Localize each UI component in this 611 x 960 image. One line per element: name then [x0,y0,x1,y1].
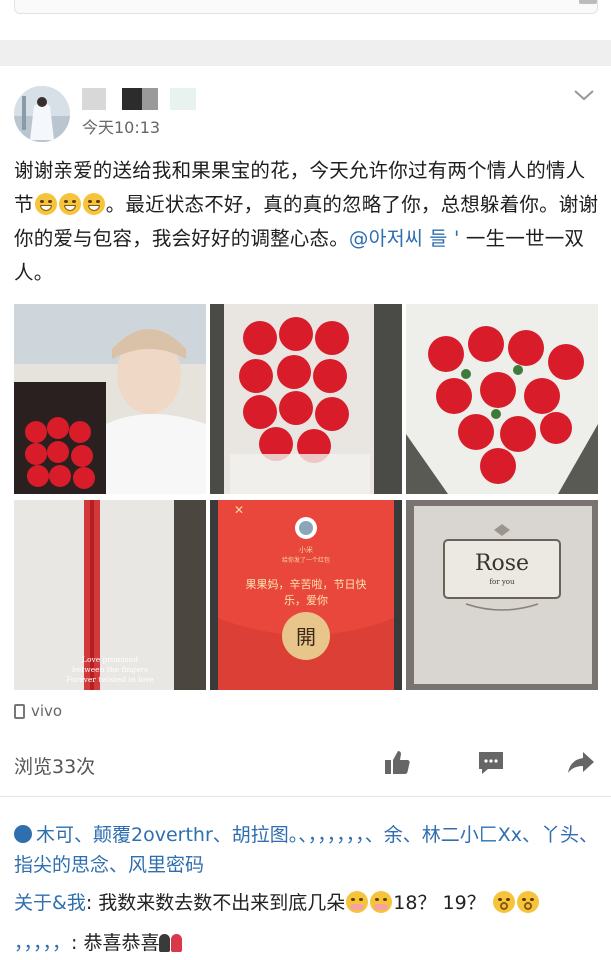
phone-icon [14,703,25,719]
svg-text:给你发了一个红包: 给你发了一个红包 [282,556,330,564]
mention-link[interactable]: @아저씨 들 ' [349,227,460,250]
likes-names[interactable]: 木可、颠覆2overthr、胡拉图。、，，，，，，、余、林二小匚Xx、丫头、指尖… [14,824,598,876]
thumbs-up-icon [14,825,32,843]
svg-text:for you: for you [489,578,515,586]
photo-rose-bouquet[interactable] [406,304,598,494]
previous-comment-input[interactable] [14,0,598,14]
svg-text:Rose: Rose [475,551,529,576]
thumbs-up-icon[interactable] [382,748,412,778]
device-source: vivo [14,702,62,720]
face-savoring-icon [346,891,369,913]
photo-rose-box-top[interactable] [210,304,402,494]
svg-text:乐，爱你: 乐，爱你 [284,594,328,607]
comment-author[interactable]: 关于&我 [14,892,86,914]
svg-text:✕: ✕ [234,503,244,517]
card-separator [0,40,611,66]
face-savoring-icon [370,891,393,913]
view-count: 浏览33次 [14,756,96,778]
svg-text:Forever twisted in love: Forever twisted in love [66,675,154,684]
username-mosaic[interactable] [82,88,202,112]
thinking-face-icon [492,891,515,913]
post-text: 谢谢亲爱的送给我和果果宝的花，今天允许你过有两个情人的情人节 。最近状态不好，真的… [14,154,599,290]
photo-box-lid[interactable]: Love promised between the fingers Foreve… [14,500,206,690]
previous-send-icon[interactable] [579,0,597,4]
grinning-face-icon [58,193,81,215]
photo-selfie-roses[interactable] [14,304,206,494]
previous-card [0,0,611,40]
photo-rose-card[interactable]: Rose for you [406,500,598,690]
share-icon[interactable] [566,748,596,778]
couple-icon [159,932,183,952]
post-time: 今天10:13 [82,118,161,137]
grinning-face-icon [34,193,57,215]
action-bar: 浏览33次 [14,748,598,782]
avatar[interactable] [14,86,70,142]
divider [0,796,611,797]
svg-text:between the fingers: between the fingers [72,665,148,674]
comment-text: 我数来数去数不出来到底几朵 [98,892,346,914]
device-name: vivo [31,702,63,720]
thinking-face-icon [516,891,539,913]
comment-item: ，，，，，: 恭喜恭喜 [14,928,604,958]
photo-grid: Love promised between the fingers Foreve… [14,304,598,691]
svg-text:開: 開 [296,625,316,649]
photo-red-envelope[interactable]: ✕ 小米 给你发了一个红包 果果妈，辛苦啦，节日快 乐，爱你 開 [210,500,402,690]
svg-text:小米: 小米 [299,545,313,554]
post-card: 今天10:13 谢谢亲爱的送给我和果果宝的花，今天允许你过有两个情人的情人节 。最… [0,66,611,960]
grinning-face-icon [82,193,105,215]
svg-text:果果妈，辛苦啦，节日快: 果果妈，辛苦啦，节日快 [246,577,367,591]
comment-icon[interactable] [476,748,506,778]
comment-author[interactable]: ，，，，， [14,932,71,954]
svg-text:Love promised: Love promised [82,655,138,664]
comment-text-tail: 18？ 19？ [393,892,486,914]
likes-list: 木可、颠覆2overthr、胡拉图。、，，，，，，、余、林二小匚Xx、丫头、指尖… [14,820,604,880]
comment-text: 恭喜恭喜 [83,932,160,954]
chevron-down-icon[interactable] [573,88,595,102]
comment-item: 关于&我: 我数来数去数不出来到底几朵 18？ 19？ [14,888,604,918]
